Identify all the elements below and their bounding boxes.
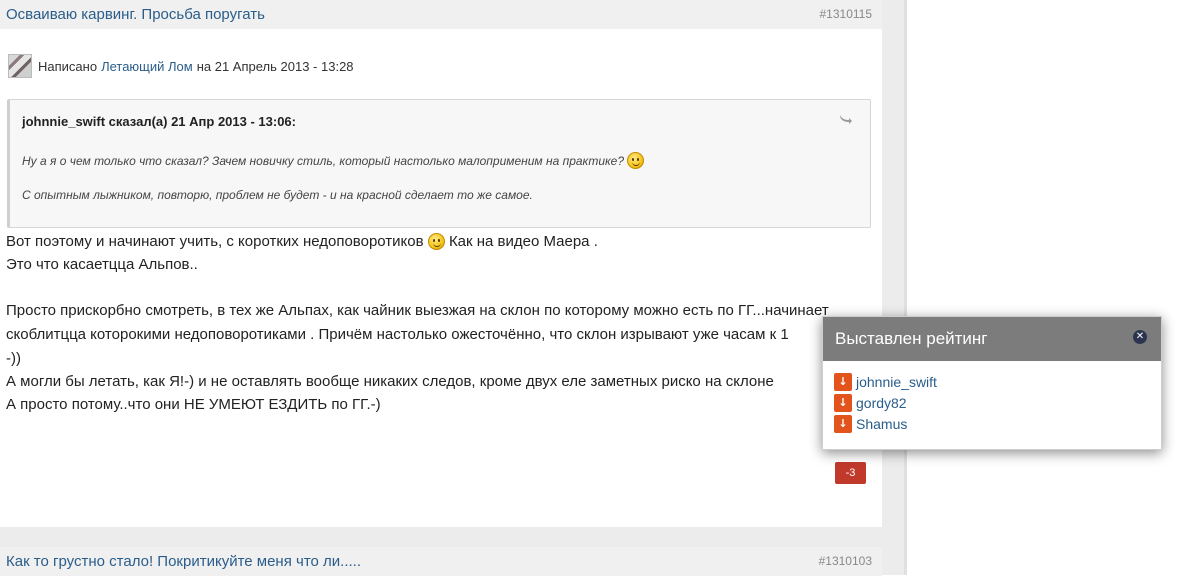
main-column xyxy=(0,0,882,575)
post-body-line: -)) xyxy=(6,350,21,367)
post-body-line: А просто потому..что они НЕ УМЕЮТ ЕЗДИТЬ… xyxy=(6,396,381,413)
close-icon[interactable]: ✕ xyxy=(1133,330,1147,344)
post-body-line: скоблитцца которокими недоповоротиками .… xyxy=(6,326,789,343)
post-separator xyxy=(0,527,882,547)
post-id[interactable]: #1310115 xyxy=(820,7,873,21)
post-title-link[interactable]: Как то грустно стало! Покритикуйте меня … xyxy=(6,553,361,570)
rating-user-link[interactable]: johnnie_swift xyxy=(856,374,937,390)
quote-line: С опытным лыжником, повторю, проблем не … xyxy=(22,188,533,202)
wink-smiley-icon xyxy=(627,152,645,169)
quote-block: johnnie_swift сказал(а) 21 Апр 2013 - 13… xyxy=(7,99,871,228)
post-id[interactable]: #1310103 xyxy=(819,554,872,568)
post-body-line: Вот поэтому и начинают учить, с коротких… xyxy=(6,233,598,250)
rating-user-row: ↓ gordy82 xyxy=(834,392,937,413)
thumb-down-icon: ↓ xyxy=(834,414,852,433)
post-body-line: А могли бы летать, как Я!-) и не оставля… xyxy=(6,373,774,390)
post-body-text: Вот поэтому и начинают учить, с коротких… xyxy=(6,233,424,250)
quote-header: johnnie_swift сказал(а) 21 Апр 2013 - 13… xyxy=(22,114,296,129)
thumb-down-icon: ↓ xyxy=(834,393,852,412)
post-title-link[interactable]: Осваиваю карвинг. Просьба поругать xyxy=(6,6,265,23)
quote-line: Ну а я о чем только что сказал? Зачем но… xyxy=(22,152,645,169)
popup-title: Выставлен рейтинг xyxy=(823,317,1161,361)
avatar[interactable] xyxy=(8,54,32,78)
rating-popup: Выставлен рейтинг ✕ ↓ johnnie_swift ↓ go… xyxy=(822,316,1162,450)
post-body-line: Просто прискорбно смотреть, в тех же Аль… xyxy=(6,302,829,319)
post-body-text: Как на видео Маера . xyxy=(448,233,598,250)
author-link[interactable]: Летающий Лом xyxy=(101,59,193,74)
rating-user-row: ↓ johnnie_swift xyxy=(834,371,937,392)
post-header: Как то грустно стало! Покритикуйте меня … xyxy=(0,547,882,576)
post-author-line: Написано Летающий Лом на 21 Апрель 2013 … xyxy=(8,53,354,79)
rating-user-list: ↓ johnnie_swift ↓ gordy82 ↓ Shamus xyxy=(834,371,937,434)
right-pane xyxy=(907,0,1200,575)
post-date: на 21 Апрель 2013 - 13:28 xyxy=(196,58,354,74)
rating-badge[interactable]: -3 xyxy=(835,462,866,484)
author-prefix: Написано xyxy=(38,58,98,74)
rating-user-link[interactable]: Shamus xyxy=(856,416,907,432)
rating-user-link[interactable]: gordy82 xyxy=(856,395,907,411)
wink-smiley-icon xyxy=(427,233,445,250)
post-body-line: Это что касаетцца Альпов.. xyxy=(6,256,198,273)
quote-text: Ну а я о чем только что сказал? Зачем но… xyxy=(22,154,625,168)
view-quote-icon[interactable] xyxy=(838,113,852,125)
column-divider xyxy=(882,0,904,575)
thumb-down-icon: ↓ xyxy=(834,372,852,391)
post-header: Осваиваю карвинг. Просьба поругать #1310… xyxy=(0,0,882,29)
rating-user-row: ↓ Shamus xyxy=(834,413,937,434)
